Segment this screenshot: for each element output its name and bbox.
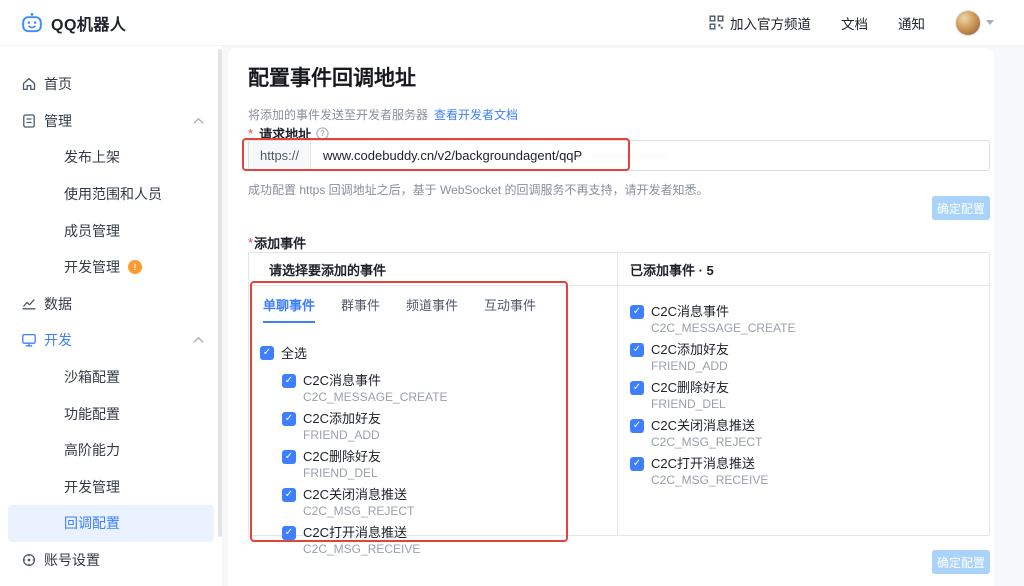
available-events-title: 请选择要添加的事件 [249, 253, 618, 285]
join-official-channel-link[interactable]: 加入官方频道 [709, 13, 811, 33]
home-icon [21, 76, 37, 92]
available-events-list: C2C消息事件 C2C_MESSAGE_CREATE C2C添加好友 FRIEN… [249, 373, 617, 556]
sidebar-item-sandbox-config[interactable]: 沙箱配置 [0, 359, 222, 396]
required-asterisk: * [248, 235, 253, 250]
sidebar-item-publish[interactable]: 发布上架 [0, 139, 222, 176]
sidebar-group-management[interactable]: 管理 [0, 103, 222, 140]
tab-channel-events[interactable]: 频道事件 [406, 295, 458, 323]
sidebar-item-home[interactable]: 首页 [0, 66, 222, 103]
sidebar-item-feature-config[interactable]: 功能配置 [0, 395, 222, 432]
chevron-up-icon [193, 117, 204, 124]
event-item: C2C关闭消息推送 C2C_MSG_REJECT [282, 487, 617, 518]
navbar-actions: 加入官方频道 文档 通知 [709, 10, 994, 36]
checkbox-checked-icon[interactable] [282, 488, 296, 502]
page-title: 配置事件回调地址 [248, 62, 416, 92]
qq-bot-console: QQ机器人 加入官方频道 文档 通知 [0, 0, 1024, 586]
checkbox-checked-icon[interactable] [282, 412, 296, 426]
checkbox-checked-icon[interactable] [630, 457, 644, 471]
sidebar-item-data[interactable]: 数据 [0, 286, 222, 323]
sidebar-item-dev-management-2[interactable]: 开发管理 [0, 469, 222, 506]
confirm-config-button-bottom[interactable]: 确定配置 [932, 550, 990, 574]
app-logo[interactable]: QQ机器人 [20, 11, 126, 35]
event-item: C2C删除好友 FRIEND_DEL [282, 449, 617, 480]
developer-docs-link[interactable]: 查看开发者文档 [434, 108, 518, 122]
request-url-input[interactable]: https:// www.codebuddy.cn/v2/backgrounda… [248, 140, 990, 171]
main-content: 配置事件回调地址 将添加的事件发送至开发者服务器查看开发者文档 *请求地址 ? … [228, 48, 994, 586]
help-circle-icon[interactable]: ? [316, 127, 329, 140]
events-panel: 请选择要添加的事件 已添加事件 · 5 单聊事件 群事件 频道事件 互动事件 全… [248, 252, 990, 536]
checkbox-checked-icon[interactable] [282, 374, 296, 388]
sidebar-nav: 首页 管理 发布上架 使用范围和人员 成员管理 [0, 46, 222, 586]
tab-interaction-events[interactable]: 互动事件 [484, 295, 536, 323]
confirm-config-button-top[interactable]: 确定配置 [932, 196, 990, 220]
sidebar-item-member-management[interactable]: 成员管理 [0, 212, 222, 249]
available-events-column: 单聊事件 群事件 频道事件 互动事件 全选 C2C消息事件 [249, 286, 618, 535]
websocket-deprecation-note: 成功配置 https 回调地址之后，基于 WebSocket 的回调服务不再支持… [248, 181, 709, 198]
svg-text:?: ? [320, 129, 325, 138]
added-event-item: C2C关闭消息推送 C2C_MSG_REJECT [630, 418, 989, 449]
chevron-up-icon [193, 337, 204, 344]
added-event-item: C2C删除好友 FRIEND_DEL [630, 380, 989, 411]
checkbox-checked-icon[interactable] [630, 419, 644, 433]
added-events-column: C2C消息事件 C2C_MESSAGE_CREATE C2C添加好友 FRIEN… [618, 286, 989, 535]
add-events-label: *添加事件 [248, 233, 306, 252]
notifications-link[interactable]: 通知 [898, 13, 925, 33]
chart-icon [21, 296, 37, 312]
url-value: www.codebuddy.cn/v2/backgroundagent/qqP [311, 141, 582, 170]
event-category-tabs: 单聊事件 群事件 频道事件 互动事件 [249, 286, 617, 323]
gear-icon [21, 552, 37, 568]
robot-logo-icon [20, 11, 44, 35]
checkbox-checked-icon[interactable] [630, 305, 644, 319]
warning-badge: ! [128, 260, 142, 274]
event-item: C2C添加好友 FRIEND_ADD [282, 411, 617, 442]
checkbox-checked-icon[interactable] [630, 381, 644, 395]
sidebar-item-callback-config-active[interactable]: 回调配置 [8, 505, 214, 542]
added-event-item: C2C打开消息推送 C2C_MSG_RECEIVE [630, 456, 989, 487]
page-subtitle: 将添加的事件发送至开发者服务器查看开发者文档 [248, 106, 518, 123]
events-panel-header: 请选择要添加的事件 已添加事件 · 5 [249, 253, 989, 286]
added-event-item: C2C添加好友 FRIEND_ADD [630, 342, 989, 373]
events-panel-body: 单聊事件 群事件 频道事件 互动事件 全选 C2C消息事件 [249, 286, 989, 535]
checkbox-checked-icon[interactable] [260, 346, 274, 360]
added-events-title: 已添加事件 · 5 [618, 253, 989, 285]
required-asterisk: * [248, 126, 253, 141]
checkbox-checked-icon[interactable] [282, 526, 296, 540]
event-item: C2C打开消息推送 C2C_MSG_RECEIVE [282, 525, 617, 556]
chevron-down-icon [986, 20, 994, 25]
qr-code-icon [709, 15, 724, 30]
checkbox-checked-icon[interactable] [630, 343, 644, 357]
monitor-icon [21, 332, 37, 348]
checkbox-checked-icon[interactable] [282, 450, 296, 464]
top-navbar: QQ机器人 加入官方频道 文档 通知 [0, 0, 1024, 46]
sidebar-scrollbar[interactable] [218, 49, 222, 537]
url-masked-suffix: ············ [582, 141, 668, 170]
tab-group-events[interactable]: 群事件 [341, 295, 380, 323]
event-item: C2C消息事件 C2C_MESSAGE_CREATE [282, 373, 617, 404]
clipboard-icon [21, 113, 37, 129]
added-event-item: C2C消息事件 C2C_MESSAGE_CREATE [630, 304, 989, 335]
tab-c2c-events[interactable]: 单聊事件 [263, 295, 315, 323]
logo-text: QQ机器人 [51, 11, 126, 35]
sidebar-item-account-settings[interactable]: 账号设置 [0, 542, 222, 579]
sidebar-item-scope-members[interactable]: 使用范围和人员 [0, 176, 222, 213]
docs-link[interactable]: 文档 [841, 13, 868, 33]
sidebar-group-development[interactable]: 开发 [0, 322, 222, 359]
sidebar-item-dev-management[interactable]: 开发管理 ! [0, 249, 222, 286]
select-all-row: 全选 [260, 343, 617, 362]
user-menu[interactable] [955, 10, 994, 36]
user-avatar [955, 10, 981, 36]
sidebar-item-advanced-capabilities[interactable]: 高阶能力 [0, 432, 222, 469]
url-scheme-prefix: https:// [249, 141, 311, 170]
